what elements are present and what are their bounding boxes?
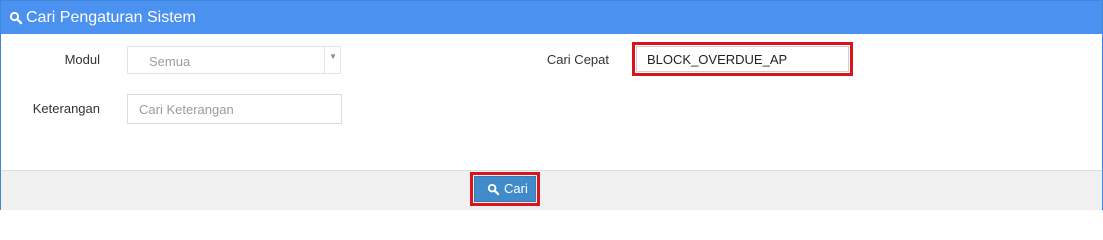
panel-footer <box>1 170 1102 210</box>
search-icon <box>487 183 500 196</box>
panel-title: Cari Pengaturan Sistem <box>26 9 196 26</box>
panel-header: Cari Pengaturan Sistem <box>1 1 1102 34</box>
cari-cepat-input[interactable] <box>636 46 849 72</box>
modul-select[interactable]: Semua ▼ <box>127 46 341 74</box>
modul-select-value: Semua <box>149 54 191 69</box>
cari-cepat-label: Cari Cepat <box>546 52 609 67</box>
search-icon <box>9 11 23 25</box>
modul-label: Modul <box>64 52 100 67</box>
keterangan-input[interactable] <box>127 94 342 124</box>
search-button[interactable]: Cari <box>474 176 536 202</box>
select-divider <box>324 47 325 73</box>
chevron-down-icon[interactable]: ▼ <box>329 52 337 61</box>
search-button-label: Cari <box>504 181 528 196</box>
keterangan-label: Keterangan <box>32 101 100 116</box>
search-settings-panel: Cari Pengaturan Sistem Modul Semua ▼ Ket… <box>0 0 1103 210</box>
